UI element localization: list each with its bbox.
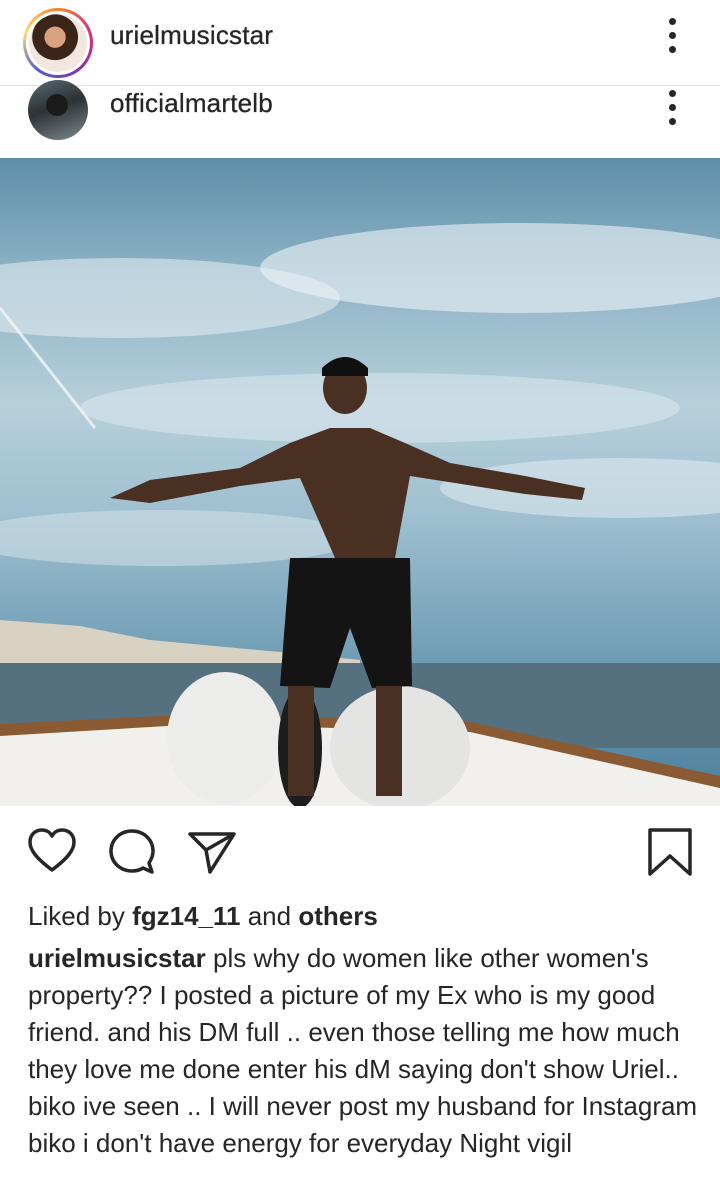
caption-text: pls why do women like other women's prop… [28, 943, 698, 1158]
heart-icon[interactable] [26, 826, 78, 878]
bookmark-icon[interactable] [644, 826, 696, 878]
post-actions [0, 826, 720, 882]
embedded-post-header: officialmartelb [0, 80, 720, 158]
avatar-border [26, 11, 90, 75]
likes-prefix: Liked by [28, 901, 125, 931]
embedded-username[interactable]: officialmartelb [110, 88, 273, 119]
post-caption: urielmusicstar pls why do women like oth… [28, 940, 698, 1162]
post-header: urielmusicstar [0, 0, 720, 86]
caption-username-link[interactable]: urielmusicstar [28, 943, 206, 973]
comment-icon[interactable] [106, 826, 158, 878]
post-username[interactable]: urielmusicstar [110, 20, 273, 51]
photo-illustration [0, 223, 720, 806]
likes-others-link[interactable]: others [298, 901, 377, 931]
likes-summary: Liked by fgz14_11 and others [28, 900, 378, 932]
post-photo[interactable] [0, 158, 720, 806]
liked-by-user-link[interactable]: fgz14_11 [132, 901, 240, 931]
likes-joiner: and [247, 901, 292, 931]
avatar[interactable] [29, 14, 87, 72]
more-options-icon[interactable] [652, 10, 692, 60]
embedded-avatar[interactable] [28, 80, 88, 140]
embedded-more-options-icon[interactable] [652, 82, 692, 132]
send-icon[interactable] [186, 826, 238, 878]
story-ring[interactable] [23, 8, 93, 78]
